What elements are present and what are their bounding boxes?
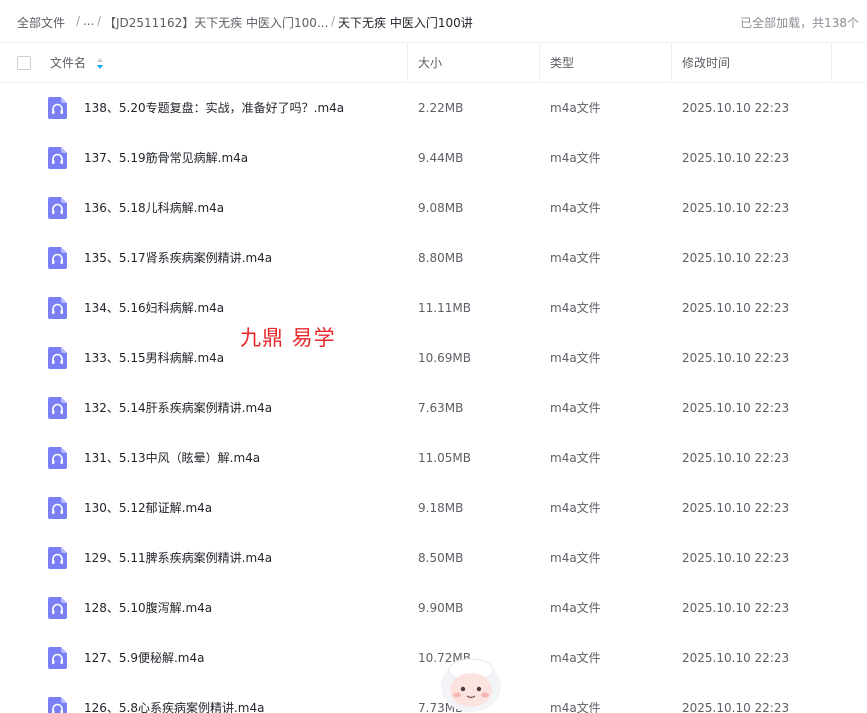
file-size: 11.11MB bbox=[418, 301, 471, 315]
select-all-checkbox[interactable] bbox=[17, 56, 31, 70]
column-size-label: 大小 bbox=[418, 56, 443, 70]
audio-file-icon bbox=[48, 647, 67, 669]
table-row[interactable]: 136、5.18儿科病解.m4a 9.08MB m4a文件 2025.10.10 22… bbox=[0, 183, 867, 233]
breadcrumb-current: 天下无疾 中医入门100讲 bbox=[338, 16, 473, 30]
file-size: 9.08MB bbox=[418, 201, 464, 215]
file-modified-time: 2025.10.10 22:23 bbox=[682, 701, 790, 713]
audio-file-icon bbox=[48, 247, 67, 269]
file-size: 9.44MB bbox=[418, 151, 464, 165]
table-row[interactable]: 135、5.17肾系疾病案例精讲.m4a 8.80MB m4a文件 2025.10.1… bbox=[0, 233, 867, 283]
file-modified-time: 2025.10.10 22:23 bbox=[682, 451, 790, 465]
file-modified-time: 2025.10.10 22:23 bbox=[682, 651, 790, 665]
table-row[interactable]: 130、5.12郁证解.m4a 9.18MB m4a文件 2025.10.10 22:… bbox=[0, 483, 867, 533]
file-type: m4a文件 bbox=[550, 151, 601, 165]
audio-file-icon bbox=[48, 447, 67, 469]
file-modified-time: 2025.10.10 22:23 bbox=[682, 301, 790, 315]
file-size: 8.50MB bbox=[418, 551, 464, 565]
file-type: m4a文件 bbox=[550, 501, 601, 515]
table-row[interactable]: 138、5.20专题复盘：实战，准备好了吗？.m4a 2.22MB m4a文件 202… bbox=[0, 83, 867, 133]
audio-file-icon bbox=[48, 597, 67, 619]
file-type: m4a文件 bbox=[550, 301, 601, 315]
file-name[interactable]: 127、5.9便秘解.m4a bbox=[84, 633, 204, 683]
file-type: m4a文件 bbox=[550, 201, 601, 215]
file-name[interactable]: 126、5.8心系疾病案例精讲.m4a bbox=[84, 683, 264, 713]
file-modified-time: 2025.10.10 22:23 bbox=[682, 551, 790, 565]
file-name[interactable]: 133、5.15男科病解.m4a bbox=[84, 333, 224, 383]
table-row[interactable]: 134、5.16妇科病解.m4a 11.11MB m4a文件 2025.10.10 2… bbox=[0, 283, 867, 333]
breadcrumb-root[interactable]: 全部文件 bbox=[17, 14, 65, 31]
top-bar: 全部文件 / ... / 【JD2511162】天下无疾 中医入门100... … bbox=[0, 0, 867, 42]
breadcrumb-ellipsis[interactable]: ... bbox=[83, 14, 94, 28]
file-type: m4a文件 bbox=[550, 101, 601, 115]
file-size: 9.18MB bbox=[418, 501, 464, 515]
breadcrumb-separator: / bbox=[97, 14, 102, 28]
file-type: m4a文件 bbox=[550, 551, 601, 565]
file-name[interactable]: 135、5.17肾系疾病案例精讲.m4a bbox=[84, 233, 272, 283]
table-header: 文件名 大小 类型 修改时间 bbox=[0, 42, 867, 83]
file-modified-time: 2025.10.10 22:23 bbox=[682, 101, 790, 115]
audio-file-icon bbox=[48, 697, 67, 713]
file-size: 2.22MB bbox=[418, 101, 464, 115]
table-row[interactable]: 132、5.14肝系疾病案例精讲.m4a 7.63MB m4a文件 2025.10.1… bbox=[0, 383, 867, 433]
table-row[interactable]: 133、5.15男科病解.m4a 10.69MB m4a文件 2025.10.10 2… bbox=[0, 333, 867, 383]
file-modified-time: 2025.10.10 22:23 bbox=[682, 601, 790, 615]
file-name[interactable]: 131、5.13中风（眩晕）解.m4a bbox=[84, 433, 260, 483]
audio-file-icon bbox=[48, 397, 67, 419]
table-row[interactable]: 129、5.11脾系疾病案例精讲.m4a 8.50MB m4a文件 2025.10.1… bbox=[0, 533, 867, 583]
file-type: m4a文件 bbox=[550, 601, 601, 615]
file-modified-time: 2025.10.10 22:23 bbox=[682, 351, 790, 365]
audio-file-icon bbox=[48, 97, 67, 119]
assistant-mascot-icon[interactable] bbox=[438, 656, 504, 713]
column-header-type[interactable]: 类型 bbox=[539, 43, 671, 83]
file-size: 9.90MB bbox=[418, 601, 464, 615]
column-header-spacer bbox=[831, 43, 867, 83]
audio-file-icon bbox=[48, 497, 67, 519]
table-row[interactable]: 126、5.8心系疾病案例精讲.m4a 7.73MB m4a文件 2025.10.10… bbox=[0, 683, 867, 713]
audio-file-icon bbox=[48, 197, 67, 219]
audio-file-icon bbox=[48, 147, 67, 169]
file-name[interactable]: 138、5.20专题复盘：实战，准备好了吗？.m4a bbox=[84, 83, 344, 133]
column-name-label: 文件名 bbox=[50, 56, 87, 70]
column-type-label: 类型 bbox=[550, 56, 575, 70]
file-name[interactable]: 137、5.19筋骨常见病解.m4a bbox=[84, 133, 248, 183]
file-name[interactable]: 136、5.18儿科病解.m4a bbox=[84, 183, 224, 233]
file-modified-time: 2025.10.10 22:23 bbox=[682, 201, 790, 215]
breadcrumb-separator: / bbox=[331, 14, 336, 28]
breadcrumb-separator: / bbox=[76, 14, 81, 28]
file-type: m4a文件 bbox=[550, 251, 601, 265]
table-row[interactable]: 137、5.19筋骨常见病解.m4a 9.44MB m4a文件 2025.10.10 … bbox=[0, 133, 867, 183]
file-size: 7.63MB bbox=[418, 401, 464, 415]
audio-file-icon bbox=[48, 297, 67, 319]
file-name[interactable]: 128、5.10腹泻解.m4a bbox=[84, 583, 212, 633]
file-modified-time: 2025.10.10 22:23 bbox=[682, 401, 790, 415]
file-size: 10.69MB bbox=[418, 351, 471, 365]
audio-file-icon bbox=[48, 347, 67, 369]
table-row[interactable]: 128、5.10腹泻解.m4a 9.90MB m4a文件 2025.10.10 22:… bbox=[0, 583, 867, 633]
file-modified-time: 2025.10.10 22:23 bbox=[682, 251, 790, 265]
file-name[interactable]: 132、5.14肝系疾病案例精讲.m4a bbox=[84, 383, 272, 433]
file-name[interactable]: 134、5.16妇科病解.m4a bbox=[84, 283, 224, 333]
file-type: m4a文件 bbox=[550, 701, 601, 713]
breadcrumb-folder[interactable]: 【JD2511162】天下无疾 中医入门100... bbox=[104, 14, 328, 31]
file-type: m4a文件 bbox=[550, 651, 601, 665]
audio-file-icon bbox=[48, 547, 67, 569]
file-size: 8.80MB bbox=[418, 251, 464, 265]
file-name[interactable]: 130、5.12郁证解.m4a bbox=[84, 483, 212, 533]
file-type: m4a文件 bbox=[550, 351, 601, 365]
load-status: 已全部加载，共138个 bbox=[740, 16, 859, 30]
file-modified-time: 2025.10.10 22:23 bbox=[682, 501, 790, 515]
column-header-modified[interactable]: 修改时间 bbox=[671, 43, 831, 83]
table-row[interactable]: 131、5.13中风（眩晕）解.m4a 11.05MB m4a文件 2025.10.1… bbox=[0, 433, 867, 483]
table-row[interactable]: 127、5.9便秘解.m4a 10.72MB m4a文件 2025.10.10 22:… bbox=[0, 633, 867, 683]
column-header-size[interactable]: 大小 bbox=[407, 43, 539, 83]
file-type: m4a文件 bbox=[550, 401, 601, 415]
file-type: m4a文件 bbox=[550, 451, 601, 465]
column-modified-label: 修改时间 bbox=[682, 56, 731, 70]
file-modified-time: 2025.10.10 22:23 bbox=[682, 151, 790, 165]
file-size: 11.05MB bbox=[418, 451, 471, 465]
sort-icon[interactable] bbox=[96, 57, 104, 70]
file-name[interactable]: 129、5.11脾系疾病案例精讲.m4a bbox=[84, 533, 272, 583]
watermark-text: 九鼎 易学 bbox=[240, 326, 336, 350]
